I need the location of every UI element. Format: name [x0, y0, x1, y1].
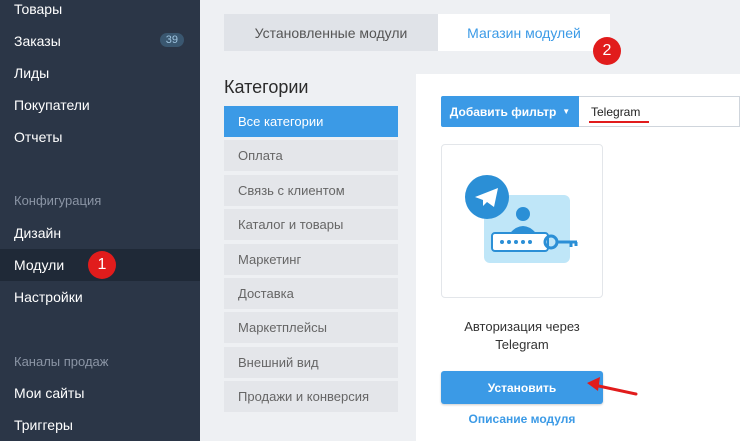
sidebar-item-label: Заказы: [14, 33, 61, 49]
category-catalog-products[interactable]: Каталог и товары: [224, 209, 398, 241]
sidebar-item-orders[interactable]: Заказы 39: [0, 25, 200, 57]
module-title: Авторизация через Telegram: [441, 318, 603, 354]
category-marketing[interactable]: Маркетинг: [224, 243, 398, 275]
tab-module-store[interactable]: Магазин модулей: [438, 14, 610, 51]
module-card-telegram-auth[interactable]: [441, 144, 603, 298]
orders-count-badge: 39: [159, 33, 184, 47]
module-title-line-2: Telegram: [495, 337, 549, 352]
caret-down-icon: ▼: [562, 107, 571, 116]
category-sales-conversion[interactable]: Продажи и конверсия: [224, 381, 398, 413]
sidebar-section-configuration: Конфигурация: [14, 193, 102, 208]
module-title-line-1: Авторизация через: [464, 319, 580, 334]
sidebar-item-label: Покупатели: [14, 97, 90, 113]
add-filter-label: Добавить фильтр: [449, 104, 557, 119]
sidebar-section-sales-channels: Каналы продаж: [14, 354, 109, 369]
category-appearance[interactable]: Внешний вид: [224, 346, 398, 378]
sidebar-item-label: Товары: [14, 1, 63, 17]
sidebar-item-label: Дизайн: [14, 225, 62, 241]
telegram-auth-illustration: [465, 175, 578, 263]
category-marketplaces[interactable]: Маркетплейсы: [224, 312, 398, 344]
sidebar-item-label: Лиды: [14, 65, 50, 81]
sidebar: Товары Заказы 39 Лиды Покупатели Отчеты …: [0, 0, 200, 441]
category-all[interactable]: Все категории: [224, 106, 398, 137]
search-highlight-underline: [589, 121, 649, 123]
install-button[interactable]: Установить: [441, 371, 603, 404]
sidebar-item-label: Отчеты: [14, 129, 63, 145]
category-payment[interactable]: Оплата: [224, 140, 398, 172]
sidebar-item-settings[interactable]: Настройки: [0, 281, 200, 313]
sidebar-item-reports[interactable]: Отчеты: [0, 121, 200, 153]
tab-installed-modules[interactable]: Установленные модули: [224, 14, 438, 51]
step-marker-2: 2: [593, 37, 621, 65]
sidebar-item-label: Триггеры: [14, 417, 73, 433]
category-customer-communication[interactable]: Связь с клиентом: [224, 174, 398, 206]
sidebar-item-label: Настройки: [14, 289, 83, 305]
categories-title: Категории: [224, 77, 309, 97]
categories-list: Все категории Оплата Связь с клиентом Ка…: [224, 106, 398, 416]
sidebar-item-my-sites[interactable]: Мои сайты: [0, 377, 200, 409]
step-marker-1: 1: [88, 251, 116, 279]
sidebar-item-leads[interactable]: Лиды: [0, 57, 200, 89]
category-delivery[interactable]: Доставка: [224, 277, 398, 309]
sidebar-item-label: Модули: [14, 257, 65, 273]
add-filter-button[interactable]: Добавить фильтр ▼: [441, 96, 579, 127]
module-description-link[interactable]: Описание модуля: [441, 412, 603, 426]
sidebar-item-label: Мои сайты: [14, 385, 85, 401]
sidebar-item-products[interactable]: Товары: [0, 0, 200, 25]
sidebar-item-customers[interactable]: Покупатели: [0, 89, 200, 121]
sidebar-item-design[interactable]: Дизайн: [0, 217, 200, 249]
sidebar-item-triggers[interactable]: Триггеры: [0, 409, 200, 441]
red-arrow-icon: [587, 377, 638, 396]
